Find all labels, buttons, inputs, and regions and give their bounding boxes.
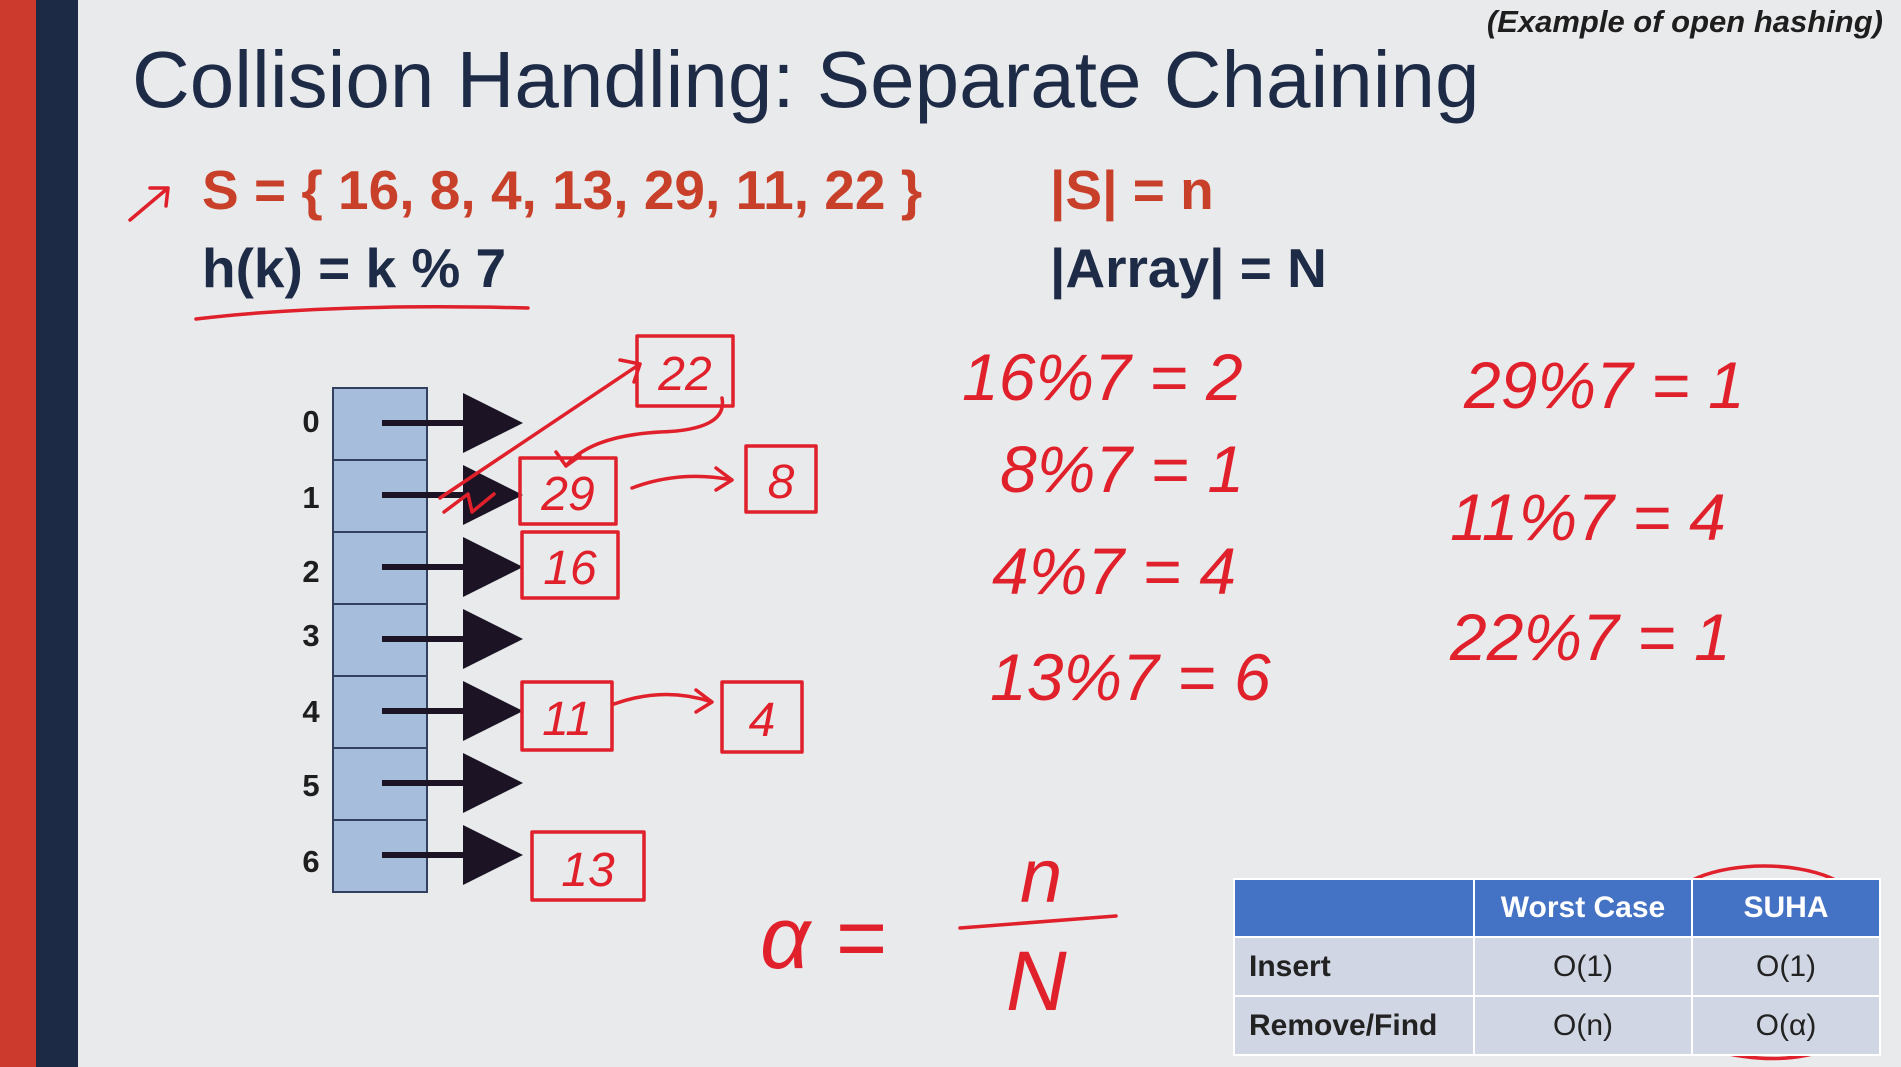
- table-cell-worst: O(n): [1473, 995, 1693, 1056]
- load-factor-denominator: N: [1006, 934, 1067, 1028]
- computation-line: 22%7 = 1: [1449, 600, 1731, 674]
- table-row: Remove/Find O(n) O(α): [1233, 995, 1881, 1056]
- computation-line: 4%7 = 4: [992, 534, 1236, 608]
- hash-underline: [194, 305, 530, 321]
- table-cell-suha: O(α): [1691, 995, 1881, 1056]
- table-header-corner: [1233, 878, 1475, 938]
- table-header-worst-case: Worst Case: [1473, 878, 1693, 938]
- table-cell-operation: Insert: [1233, 936, 1475, 997]
- chain-link-arrow: [612, 688, 714, 714]
- node-value: 29: [540, 468, 594, 521]
- chain-link-arrow: [554, 396, 725, 468]
- computation-line: 13%7 = 6: [990, 640, 1271, 714]
- node-value: 22: [657, 348, 711, 401]
- table-cell-worst: O(1): [1473, 936, 1693, 997]
- node-value: 16: [543, 542, 597, 595]
- computation-line: 16%7 = 2: [962, 340, 1243, 414]
- computation-line: 11%7 = 4: [1450, 480, 1726, 554]
- computation-line: 29%7 = 1: [1463, 348, 1745, 422]
- table-cell-suha: O(1): [1691, 936, 1881, 997]
- node-value: 13: [561, 844, 615, 897]
- complexity-table: Worst Case SUHA Insert O(1) O(1) Remove/…: [1233, 878, 1881, 1056]
- chain-link-arrow: [630, 466, 734, 492]
- load-factor-lhs: α =: [760, 888, 886, 987]
- table-cell-operation: Remove/Find: [1233, 995, 1475, 1056]
- node-value: 4: [749, 694, 776, 747]
- load-factor-numerator: n: [1020, 834, 1062, 919]
- chain-link-arrow: [438, 358, 642, 500]
- pen-mark: [128, 186, 170, 222]
- node-value: 8: [768, 456, 795, 509]
- table-row: Insert O(1) O(1): [1233, 936, 1881, 997]
- table-header-suha: SUHA: [1691, 878, 1881, 938]
- computation-line: 8%7 = 1: [1000, 432, 1244, 506]
- node-value: 11: [542, 693, 592, 746]
